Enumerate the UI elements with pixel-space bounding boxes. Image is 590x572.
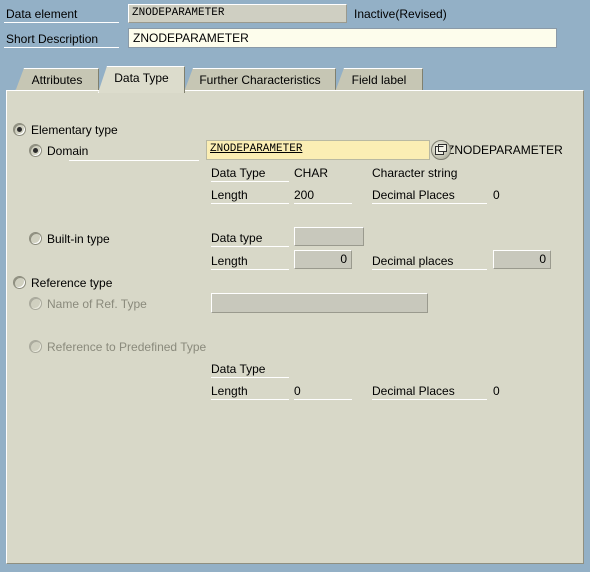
- label-builtin-decimal-places: Decimal places: [372, 254, 487, 270]
- radio-name-of-ref-type: [29, 297, 42, 310]
- label-domain-decimal-places: Decimal Places: [372, 188, 487, 204]
- builtin-data-type-field[interactable]: [294, 227, 364, 246]
- label-predefined-data-type: Data Type: [211, 362, 289, 378]
- label-reference-type: Reference type: [31, 276, 113, 290]
- short-description-label-underline: [4, 47, 119, 48]
- tab-data-type[interactable]: Data Type: [98, 66, 185, 93]
- domain-label-underline: [69, 160, 199, 161]
- domain-input-value: ZNODEPARAMETER: [210, 143, 303, 155]
- tab-field-label[interactable]: Field label: [335, 68, 423, 92]
- value-predefined-length: 0: [294, 384, 352, 400]
- open-object-icon[interactable]: [431, 140, 451, 160]
- value-domain-data-type: CHAR: [294, 166, 329, 180]
- value-domain-length: 200: [294, 188, 352, 204]
- status-badge: Inactive(Revised): [354, 7, 447, 21]
- data-element-label-underline: [4, 22, 119, 23]
- builtin-decimal-places-field[interactable]: 0: [493, 250, 551, 269]
- builtin-length-field[interactable]: 0: [294, 250, 352, 269]
- data-element-label: Data element: [6, 7, 78, 21]
- tab-further-characteristics[interactable]: Further Characteristics: [184, 68, 336, 92]
- label-builtin-data-type: Data type: [211, 231, 289, 247]
- short-description-label: Short Description: [6, 32, 99, 46]
- label-name-of-ref-type: Name of Ref. Type: [47, 297, 147, 311]
- radio-domain[interactable]: [29, 144, 42, 157]
- value-domain-decimal-places: 0: [493, 188, 500, 202]
- label-predefined-decimal-places: Decimal Places: [372, 384, 487, 400]
- radio-reference-type[interactable]: [13, 276, 26, 289]
- short-description-input[interactable]: [128, 28, 557, 48]
- label-domain: Domain: [47, 144, 89, 158]
- value-predefined-decimal-places: 0: [493, 384, 500, 398]
- label-domain-data-type: Data Type: [211, 166, 289, 182]
- domain-link-text[interactable]: ZNODEPARAMETER: [447, 141, 563, 159]
- label-domain-length: Length: [211, 188, 289, 204]
- radio-reference-predefined-type: [29, 340, 42, 353]
- label-predefined-length: Length: [211, 384, 289, 400]
- domain-input[interactable]: ZNODEPARAMETER: [206, 140, 430, 160]
- value-domain-data-type-description: Character string: [372, 166, 458, 180]
- header-band: Data element ZNODEPARAMETER Inactive(Rev…: [0, 0, 590, 60]
- tab-attributes[interactable]: Attributes: [15, 68, 99, 92]
- data-element-field[interactable]: ZNODEPARAMETER: [128, 4, 347, 23]
- radio-builtin-type[interactable]: [29, 232, 42, 245]
- tab-strip: Attributes Data Type Further Characteris…: [0, 60, 590, 93]
- label-builtin-type: Built-in type: [47, 232, 110, 246]
- label-builtin-length: Length: [211, 254, 289, 270]
- data-type-panel: Elementary type Domain ZNODEPARAMETER ZN…: [6, 90, 584, 564]
- radio-elementary-type[interactable]: [13, 123, 26, 136]
- open-object-glyph: [435, 144, 447, 155]
- name-of-ref-type-field: [211, 293, 428, 313]
- label-reference-predefined-type: Reference to Predefined Type: [47, 340, 207, 354]
- label-elementary-type: Elementary type: [31, 123, 118, 137]
